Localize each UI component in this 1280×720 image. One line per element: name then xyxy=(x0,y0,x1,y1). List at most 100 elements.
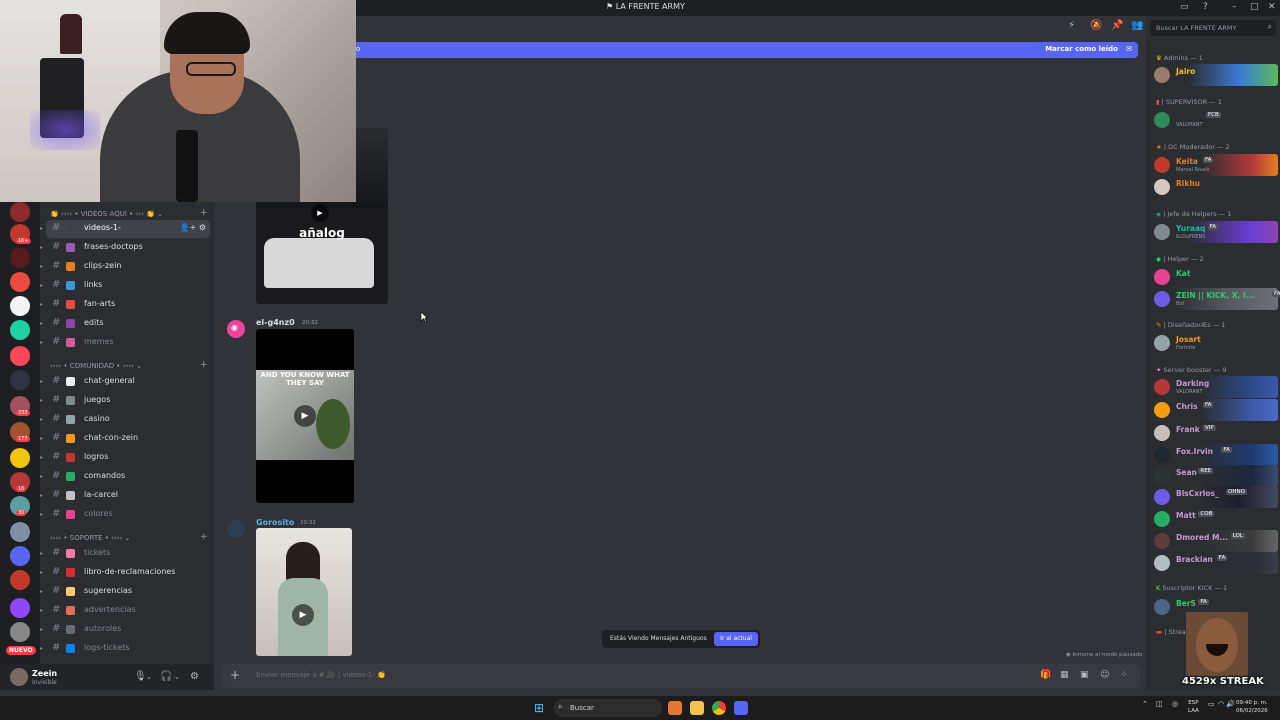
channel-comandos[interactable]: ▸ # comandos xyxy=(40,468,214,486)
emoji-icon[interactable]: ☺ xyxy=(1100,670,1109,680)
play-icon[interactable]: ▶ xyxy=(294,405,316,427)
chrome-icon[interactable] xyxy=(712,701,726,715)
maximize-button[interactable]: □ xyxy=(1250,2,1259,12)
message-author[interactable]: Gorosito xyxy=(256,518,294,527)
microphone-icon[interactable]: 🎙 xyxy=(134,671,147,682)
tray-icon-2[interactable]: ◎ xyxy=(1172,700,1178,708)
server-icon[interactable] xyxy=(10,248,30,268)
create-channel-icon[interactable]: + xyxy=(200,532,208,542)
member-item[interactable]: Frank VIP xyxy=(1150,422,1278,444)
video-attachment-2[interactable]: AND YOU KNOW WHAT THEY SAY ▶ xyxy=(256,329,354,503)
server-icon[interactable] xyxy=(10,522,30,542)
channel-juegos[interactable]: ▸ # juegos xyxy=(40,392,214,410)
notification-settings-icon[interactable]: 🔕 xyxy=(1090,20,1102,31)
help-icon[interactable]: ? xyxy=(1203,2,1208,12)
server-icon[interactable] xyxy=(10,448,30,468)
search-input[interactable]: Buscar LA FRENTE ARMY xyxy=(1156,24,1236,32)
taskbar-search[interactable]: ⌕ Buscar xyxy=(554,699,662,717)
member-item[interactable]: BlsCxrlos_ OHNO xyxy=(1150,486,1278,508)
video-attachment-3[interactable]: ▶ xyxy=(256,528,352,656)
channel-category[interactable]: ›››› • SOPORTE • ‹‹‹‹ ⌄ xyxy=(50,534,130,542)
channel-logros[interactable]: ▸ # logros xyxy=(40,449,214,467)
add-attachment-icon[interactable]: + xyxy=(230,668,240,682)
channel-la-carcel[interactable]: ▸ # la-carcel xyxy=(40,487,214,505)
member-item[interactable]: Josart Fortnite xyxy=(1150,332,1278,354)
tray-icon[interactable]: ◫ xyxy=(1156,700,1163,708)
channel-libro-de-reclamaciones[interactable]: ▸ # libro-de-reclamaciones xyxy=(40,564,214,582)
threads-icon[interactable]: ⚡ xyxy=(1068,20,1075,31)
server-search[interactable]: Buscar LA FRENTE ARMY ⌕ xyxy=(1150,20,1276,36)
chevron-down-icon[interactable]: ⌄ xyxy=(146,673,152,681)
keyboard-language[interactable]: ESP LAA xyxy=(1188,699,1199,715)
close-button[interactable]: ✕ xyxy=(1268,2,1276,12)
play-icon[interactable]: ▶ xyxy=(311,204,329,222)
member-item[interactable]: Dmored M... LOL xyxy=(1150,530,1278,552)
channel-links[interactable]: ▸ # links xyxy=(40,277,214,295)
app-icon[interactable] xyxy=(668,701,682,715)
member-item[interactable]: Brackian FA xyxy=(1150,552,1278,574)
channel-edits[interactable]: ▸ # edits xyxy=(40,315,214,333)
member-item[interactable]: Yuraaq FA KLOuFRENS xyxy=(1150,221,1278,243)
message-author[interactable]: el-g4nz0 xyxy=(256,318,295,327)
server-icon[interactable] xyxy=(10,296,30,316)
new-messages-banner[interactable]: o Marcar como leído ✉ xyxy=(356,42,1138,58)
channel-autoroles[interactable]: ▸ # autoroles xyxy=(40,621,214,639)
channel-category[interactable]: 👏 ›››› • VIDEOS AQUI • ‹‹‹ 👏 ⌄ xyxy=(50,210,163,218)
author-avatar-el-g4nz0[interactable]: ◉ xyxy=(227,320,245,338)
server-icon[interactable] xyxy=(10,346,30,366)
inbox-icon[interactable]: ▭ xyxy=(1180,2,1189,12)
volume-icon[interactable]: 🔊 xyxy=(1226,700,1235,708)
discord-icon[interactable] xyxy=(734,701,748,715)
tray-chevron-icon[interactable]: ⌃ xyxy=(1142,700,1148,708)
apps-icon[interactable]: ⁘ xyxy=(1120,670,1128,680)
channel-logs-tickets[interactable]: ▸ # logs-tickets xyxy=(40,640,214,658)
channel-sugerencias[interactable]: ▸ # sugerencias xyxy=(40,583,214,601)
member-item[interactable]: ZEIN || KICK, X, I... FA Bot xyxy=(1150,288,1280,310)
channel-clips-zein[interactable]: ▸ # clips-zein xyxy=(40,258,214,276)
username[interactable]: Zeein xyxy=(32,669,57,678)
headphones-icon[interactable]: 🎧 xyxy=(160,671,172,682)
gift-icon[interactable]: 🎁 xyxy=(1040,670,1051,680)
clock[interactable]: 09:40 p. m. 06/02/2026 xyxy=(1236,699,1268,715)
channel-memes[interactable]: ▸ # memes xyxy=(40,334,214,352)
chevron-down-icon[interactable]: ⌄ xyxy=(174,673,180,681)
member-item[interactable]: Sean REE xyxy=(1150,465,1278,487)
windows-start-icon[interactable]: ⊞ xyxy=(534,701,544,715)
file-explorer-icon[interactable] xyxy=(690,701,704,715)
play-icon[interactable]: ▶ xyxy=(292,604,314,626)
channel-settings-icon[interactable]: 👤+ ⚙ xyxy=(180,223,206,232)
member-item[interactable]: Jairo xyxy=(1150,64,1278,86)
channel-chat-con-zein[interactable]: ▸ # chat-con-zein xyxy=(40,430,214,448)
server-icon[interactable] xyxy=(10,202,30,222)
gif-icon[interactable]: ▦ xyxy=(1060,670,1069,680)
channel-fan-arts[interactable]: ▸ # fan-arts xyxy=(40,296,214,314)
channel-casino[interactable]: ▸ # casino xyxy=(40,411,214,429)
member-item[interactable]: Kat xyxy=(1150,266,1278,288)
create-channel-icon[interactable]: + xyxy=(200,360,208,370)
member-item[interactable]: Darking VALORANT xyxy=(1150,376,1278,398)
server-icon[interactable] xyxy=(10,320,30,340)
minimize-button[interactable]: – xyxy=(1232,2,1237,12)
create-channel-icon[interactable]: + xyxy=(200,208,208,218)
wifi-icon[interactable]: ◠ xyxy=(1218,700,1224,708)
author-avatar-gorosito[interactable] xyxy=(227,520,245,538)
channel-colores[interactable]: ▸ # colores xyxy=(40,506,214,524)
member-item[interactable]: Keita FA Marvel Rivals xyxy=(1150,154,1278,176)
mark-as-read-button[interactable]: Marcar como leído xyxy=(1045,45,1118,53)
sticker-icon[interactable]: ▣ xyxy=(1080,670,1089,680)
server-icon[interactable] xyxy=(10,546,30,566)
channel-tickets[interactable]: ▸ # tickets xyxy=(40,545,214,563)
channel-chat-general[interactable]: ▸ # chat-general xyxy=(40,373,214,391)
server-icon[interactable] xyxy=(10,622,30,642)
channel-advertencias[interactable]: ▸ # advertencias xyxy=(40,602,214,620)
message-input-bar[interactable]: + Enviar mensaje a # 🎥 | videos-1- 👏 🎁 ▦… xyxy=(222,664,1140,688)
channel-frases-doctops[interactable]: ▸ # frases-doctops xyxy=(40,239,214,257)
server-icon[interactable] xyxy=(10,598,30,618)
network-icon[interactable]: ▭ xyxy=(1208,700,1215,708)
member-item[interactable]: Fox.Irvin FA xyxy=(1150,444,1278,466)
settings-gear-icon[interactable]: ⚙ xyxy=(190,671,199,682)
pinned-messages-icon[interactable]: 📌 xyxy=(1111,20,1123,31)
member-item[interactable]: Matt COB xyxy=(1150,508,1278,530)
message-input[interactable]: Enviar mensaje a # 🎥 | videos-1- 👏 xyxy=(256,671,386,679)
server-icon[interactable] xyxy=(10,370,30,390)
